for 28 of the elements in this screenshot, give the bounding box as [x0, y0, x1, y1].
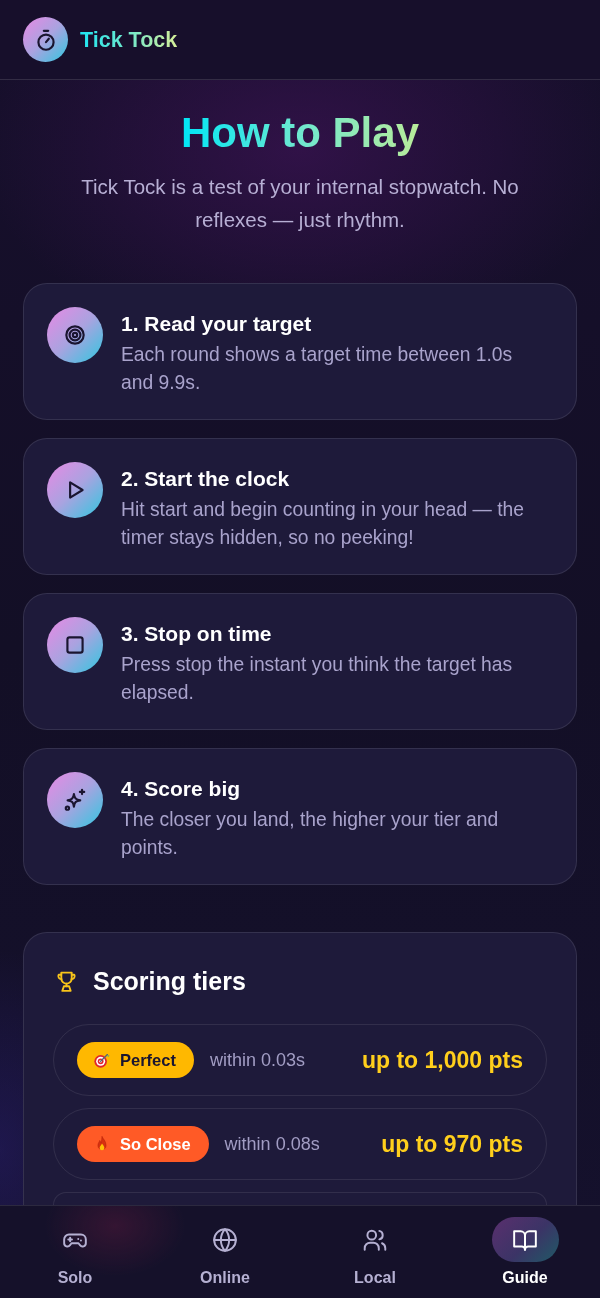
stopwatch-icon [23, 17, 68, 62]
stop-icon [47, 617, 103, 673]
nav-tab[interactable]: Guide [450, 1206, 600, 1298]
section-title: Scoring tiers [93, 966, 246, 997]
step-title: 4. Score big [121, 776, 242, 802]
target-icon [47, 307, 103, 363]
step-description: Press stop the instant you think the target has elapsed. [121, 653, 514, 705]
step-title: 1. Read your target [121, 311, 313, 337]
step-description: The closer you land, the higher your tier and points. [121, 808, 500, 860]
tier-points: up to 970 pts [381, 1130, 523, 1159]
step-title: 3. Stop on time [121, 621, 273, 647]
book-icon [491, 1217, 559, 1262]
globe-icon [212, 1226, 238, 1253]
tier-label: So Close [120, 1134, 191, 1154]
nav-tab[interactable]: Local [300, 1206, 450, 1298]
nav-tab[interactable]: Online [150, 1206, 300, 1298]
step-description: Each round shows a target time between 1.0s and 9.9s. [121, 343, 514, 395]
tier-range: within 0.08s [224, 1133, 320, 1156]
play-icon [47, 462, 103, 518]
tier-range: within 0.03s [209, 1049, 305, 1072]
page-subtitle: Tick Tock is a test of your internal stopwatch. No reflexes — just rhythm. [80, 174, 520, 233]
sparkles-icon [47, 772, 103, 828]
nav-tab[interactable]: Solo [0, 1206, 150, 1298]
step-title: 2. Start the clock [121, 466, 291, 492]
tier-label: Perfect [120, 1050, 176, 1070]
tier-points: up to 1,000 pts [361, 1046, 523, 1075]
step-description: Hit start and begin counting in your head — the timer stays hidden, so no peeking! [121, 498, 525, 550]
dartboard-icon [93, 1051, 111, 1069]
